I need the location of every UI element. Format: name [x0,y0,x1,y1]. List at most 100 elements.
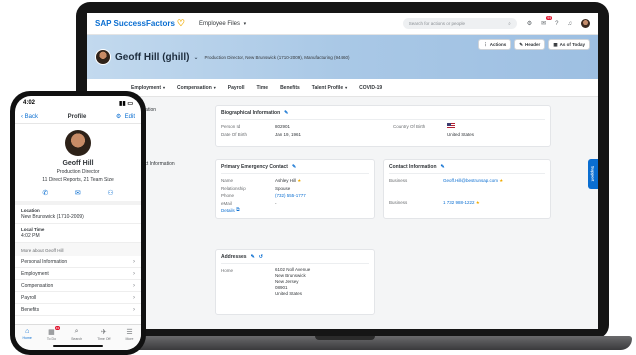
phone-link[interactable]: (732) 555-1777 [275,192,306,200]
chevron-down-icon[interactable]: ⌄ [193,54,198,61]
header-buttons: ⋮ Actions ✎ Header ▦ As of Today [478,39,590,50]
field-label: Relationship [221,185,246,191]
user-avatar[interactable] [581,19,590,28]
support-tab[interactable]: Support [588,159,598,189]
field-label: Country Of Birth [393,124,426,129]
contact-actions: ✆ ✉ ⚇ [15,183,141,201]
calendar-icon: ▦ [553,41,558,47]
chevron-right-icon: › [133,270,135,277]
tab-label: Employment [131,84,162,91]
field-value: Ashley Hill [275,178,297,183]
employee-subtitle: Production Director, New Brunswick (1710… [204,54,350,60]
list-item[interactable]: Benefits › [15,304,141,316]
logo-text: SAP SuccessFactors [95,19,175,28]
field-row: Relationship Spouse [221,185,369,193]
tab-label: Search [71,337,83,341]
history-icon[interactable]: ↺ [259,254,263,260]
chevron-right-icon: › [133,258,135,265]
field-row: eMail - [221,200,369,208]
profile-name: Geoff Hill [62,160,94,167]
header-label: Header [525,42,541,47]
tab-label: Time Off [97,337,111,341]
notification-badge: 99 [546,16,553,20]
tab-home[interactable]: ⌂ Home [23,328,32,350]
pin-icon: ✎ [519,41,524,47]
profile-title: Production Director [56,169,100,175]
status-time: 4:02 [23,100,36,106]
list-item[interactable]: Employment › [15,268,141,280]
settings-icon[interactable]: ⚙ [527,20,532,27]
tab-payroll[interactable]: Payroll [228,85,245,91]
main-content: Information Contact Information Biograph… [87,97,598,329]
org-chart-icon[interactable]: ⚇ [107,189,113,197]
tab-employment[interactable]: Employment ▾ [131,85,165,91]
signal-battery-icon: ▮▮ ▭ [119,100,133,107]
search-input[interactable]: Search for actions or people ⌕ [402,18,517,29]
pencil-icon[interactable]: ✎ [441,164,445,170]
item-label: Personal Information [21,258,68,265]
field-row: Home 6102 Noll Avenue New Brunswick New … [221,267,369,297]
bell-icon[interactable]: ♫ [568,21,573,27]
email-link[interactable]: Geoff.Hill@bestrunsap.com [443,177,498,185]
addresses-title: Addresses [221,254,247,260]
field-value: Jan 19, 1961 [275,131,302,137]
biographical-right: Country Of Birth United States [393,123,474,138]
field-label: Name [221,178,234,183]
profile-summary: Geoff Hill Production Director 11 Direct… [15,124,141,183]
phone-icon[interactable]: ✆ [42,189,48,197]
profile-avatar [65,130,91,156]
sap-logo[interactable]: SAP SuccessFactors ♡ [95,18,185,29]
mail-icon[interactable]: ✉ [75,189,81,197]
tab-time[interactable]: Time [256,85,268,91]
back-button[interactable]: ‹ Back [21,114,38,120]
home-indicator [53,345,103,347]
list-item[interactable]: Compensation › [15,280,141,292]
field-value: Spouse [275,185,291,191]
field-label: Location [21,208,40,213]
edit-button[interactable]: ⚙ Edit [116,113,135,120]
external-link-icon: ⧉ [234,207,240,213]
biographical-left: Person Id 802901 Date Of Birth Jan 19, 196… [221,123,393,138]
tab-talent-profile[interactable]: Talent Profile ▾ [312,85,347,91]
menu-icon: ☰ [126,329,133,336]
details-link[interactable]: Details ⧉ [221,207,369,215]
star-icon: ★ [474,199,480,205]
field-value: 4:02 PM [21,233,40,239]
tab-more[interactable]: ☰ More [125,328,133,350]
tab-compensation[interactable]: Compensation ▾ [177,85,216,91]
search-icon: ⌕ [74,328,79,335]
list-item[interactable]: Payroll › [15,292,141,304]
module-menu[interactable]: Employee Files ▾ [199,21,246,27]
card-title: Primary Emergency Contact ✎ [221,164,369,174]
tab-covid-19[interactable]: COVID-19 [359,85,382,91]
field-label: Business [389,199,408,205]
as-of-today-label: As of Today [559,42,585,47]
field-label: Home [221,268,234,273]
actions-label: Actions [489,42,507,47]
plane-icon: ✈ [100,329,107,336]
tab-label: Compensation [177,84,212,91]
notifications-icon[interactable]: ✉ 99 [541,16,553,27]
pencil-icon[interactable]: ✎ [284,110,288,116]
field-row: Name Ashley Hill ★ [221,177,369,185]
tab-benefits[interactable]: Benefits [280,85,300,91]
help-icon[interactable]: ? [555,21,558,27]
phone-link[interactable]: 1 732 988-1222 [443,199,475,207]
pencil-icon[interactable]: ✎ [251,254,255,260]
field-row: Business 1 732 988-1222 ★ [389,199,545,207]
field-value: New Brunswick (1710-2009) [21,214,84,220]
pencil-icon[interactable]: ✎ [292,164,296,170]
list-item[interactable]: Personal Information › [15,256,141,268]
field-row: Date Of Birth Jan 19, 1961 [221,131,393,139]
header-button[interactable]: ✎ Header [514,39,546,50]
heart-icon: ♡ [176,18,185,28]
field-row: Person Id 802901 [221,123,393,131]
details-label: Details [221,208,235,213]
section-tabs: Employment ▾ Compensation ▾ Payroll Time B… [87,79,598,97]
actions-button[interactable]: ⋮ Actions [478,39,512,50]
field-row: United States [393,131,474,139]
biographical-card: Biographical Information ✎ Person Id 8029… [215,105,551,147]
as-of-today-button[interactable]: ▦ As of Today [548,39,590,50]
status-bar: 4:02 ▮▮ ▭ [15,96,141,110]
card-title: Addresses ✎ ↺ [221,254,369,264]
